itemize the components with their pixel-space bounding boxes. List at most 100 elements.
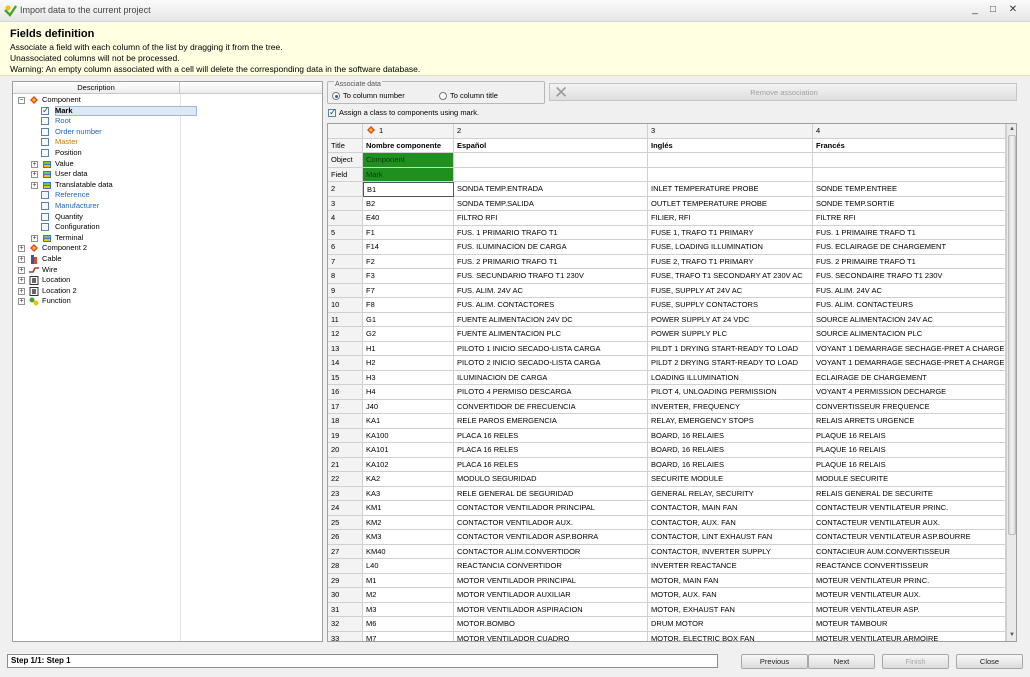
row-number[interactable]: 16 — [328, 385, 363, 400]
grid-cell[interactable]: FUS. ALIM. 24V AC — [813, 283, 1006, 298]
grid-cell[interactable]: PLAQUE 16 RELAIS — [813, 443, 1006, 458]
grid-cell[interactable]: FILIER, RFI — [648, 211, 813, 226]
grid-cell[interactable]: MOTOR VENTILADOR CUADRO — [454, 631, 648, 641]
field-cell[interactable]: Mark — [363, 167, 454, 182]
assign-class-label[interactable]: Assign a class to components using mark. — [339, 108, 479, 117]
tree-item[interactable]: Manufacturer — [13, 201, 180, 212]
collapse-icon[interactable]: − — [18, 97, 25, 104]
row-number[interactable]: 3 — [328, 196, 363, 211]
grid-cell[interactable]: G1 — [363, 312, 454, 327]
grid-cell[interactable]: KA102 — [363, 457, 454, 472]
grid-cell[interactable]: FUENTE ALIMENTACION 24V DC — [454, 312, 648, 327]
grid-cell[interactable]: RELE GENERAL DE SEGURIDAD — [454, 486, 648, 501]
grid-cell[interactable]: MOTEUR VENTILATEUR AUX. — [813, 588, 1006, 603]
row-number[interactable]: 4 — [328, 211, 363, 226]
grid-cell[interactable]: PLACA 16 RELES — [454, 457, 648, 472]
tree-item[interactable]: + User data — [13, 169, 180, 180]
row-number[interactable]: 7 — [328, 254, 363, 269]
column-number-header[interactable]: 3 — [648, 124, 813, 139]
row-number[interactable]: 18 — [328, 414, 363, 429]
tree-item[interactable]: Master — [13, 137, 180, 148]
row-number[interactable]: 12 — [328, 327, 363, 342]
description-column-header[interactable]: Description — [13, 82, 180, 94]
grid-cell[interactable]: CONTACTOR VENTILADOR AUX. — [454, 515, 648, 530]
grid-cell[interactable]: MOTOR VENTILADOR AUXILIAR — [454, 588, 648, 603]
grid-cell[interactable]: RELAY, EMERGENCY STOPS — [648, 414, 813, 429]
row-number[interactable]: 26 — [328, 530, 363, 545]
grid-cell[interactable]: ILUMINACION DE CARGA — [454, 370, 648, 385]
grid-cell[interactable]: J40 — [363, 399, 454, 414]
row-number[interactable]: 32 — [328, 617, 363, 632]
grid-cell[interactable]: INVERTER REACTANCE — [648, 559, 813, 574]
grid-cell[interactable]: SONDA TEMP.ENTRADA — [454, 182, 648, 197]
grid-cell[interactable]: KA101 — [363, 443, 454, 458]
field-checkbox[interactable] — [41, 212, 49, 221]
field-checkbox[interactable] — [41, 149, 49, 157]
grid-cell[interactable]: SECURITE MODULE — [648, 472, 813, 487]
grid-cell[interactable]: PILOTO 1 INICIO SECADO-LISTA CARGA — [454, 341, 648, 356]
scroll-down-icon[interactable]: ▼ — [1007, 630, 1017, 640]
grid-cell[interactable]: KA2 — [363, 472, 454, 487]
grid-cell[interactable]: FUS. ECLAIRAGE DE CHARGEMENT — [813, 240, 1006, 255]
expand-icon[interactable]: + — [18, 287, 25, 295]
grid-cell[interactable]: CONTACTEUR VENTILATEUR ASP.BOURRE — [813, 530, 1006, 545]
row-number[interactable]: 8 — [328, 269, 363, 284]
tree-item[interactable]: Order number — [13, 127, 180, 138]
grid-cell[interactable]: SONDE TEMP.SORTIE — [813, 196, 1006, 211]
tree-item[interactable]: + Terminal — [13, 233, 180, 244]
object-cell[interactable]: Component — [363, 153, 454, 168]
object-cell[interactable] — [454, 153, 648, 168]
tree-item[interactable]: Quantity — [13, 212, 180, 223]
grid-vertical-scrollbar[interactable]: ▲ ▼ — [1006, 124, 1016, 641]
maximize-button[interactable]: □ — [986, 3, 1000, 17]
grid-cell[interactable]: RELE PAROS EMERGENCIA — [454, 414, 648, 429]
grid-cell[interactable]: PILOT 4, UNLOADING PERMISSION — [648, 385, 813, 400]
expand-icon[interactable]: + — [31, 160, 38, 168]
row-number[interactable]: 22 — [328, 472, 363, 487]
expand-icon[interactable]: + — [18, 245, 25, 253]
grid-cell[interactable]: PILDT 2 DRYING START-READY TO LOAD — [648, 356, 813, 371]
field-checkbox[interactable] — [41, 202, 49, 210]
grid-cell[interactable]: MOTOR, EXHAUST FAN — [648, 602, 813, 617]
row-number[interactable]: 13 — [328, 341, 363, 356]
grid-cell[interactable]: KM40 — [363, 544, 454, 559]
grid-cell[interactable]: KM1 — [363, 501, 454, 516]
grid-cell[interactable]: PLACA 16 RELES — [454, 428, 648, 443]
grid-cell[interactable]: ECLAIRAGE DE CHARGEMENT — [813, 370, 1006, 385]
grid-cell[interactable]: FUSE, SUPPLY AT 24V AC — [648, 283, 813, 298]
close-window-button[interactable]: ✕ — [1006, 3, 1020, 17]
grid-cell[interactable]: M1 — [363, 573, 454, 588]
grid-cell[interactable]: POWER SUPPLY AT 24 VDC — [648, 312, 813, 327]
grid-cell[interactable]: F2 — [363, 254, 454, 269]
grid-cell[interactable]: FUSE, SUPPLY CONTACTORS — [648, 298, 813, 313]
grid-cell[interactable]: FILTRE RFI — [813, 211, 1006, 226]
grid-cell[interactable]: KA100 — [363, 428, 454, 443]
grid-cell[interactable]: SONDE TEMP.ENTREE — [813, 182, 1006, 197]
grid-cell[interactable]: INVERTER, FREQUENCY — [648, 399, 813, 414]
grid-cell[interactable]: L40 — [363, 559, 454, 574]
tree-item[interactable]: + Location 2 — [13, 286, 180, 297]
row-number[interactable]: 6 — [328, 240, 363, 255]
field-cell[interactable] — [648, 167, 813, 182]
grid-cell[interactable]: POWER SUPPLY PLC — [648, 327, 813, 342]
to-column-number-radio[interactable] — [332, 92, 340, 100]
column-number-header[interactable]: 4 — [813, 124, 1006, 139]
grid-cell[interactable]: MOTEUR VENTILATEUR ASP. — [813, 602, 1006, 617]
grid-cell[interactable]: SOURCE ALIMENTACION 24V AC — [813, 312, 1006, 327]
row-number[interactable]: 10 — [328, 298, 363, 313]
grid-cell[interactable]: FUS. ALIM. CONTACTORES — [454, 298, 648, 313]
grid-cell[interactable]: CONTACTEUR VENTILATEUR PRINC. — [813, 501, 1006, 516]
grid-cell[interactable]: FUS. 1 PRIMAIRE TRAFO T1 — [813, 225, 1006, 240]
row-header[interactable]: Object — [328, 153, 363, 168]
grid-cell[interactable]: FUSE 2, TRAFO T1 PRIMARY — [648, 254, 813, 269]
grid-cell[interactable]: CONTACTOR VENTILADOR PRINCIPAL — [454, 501, 648, 516]
scroll-up-icon[interactable]: ▲ — [1007, 124, 1017, 134]
grid-cell[interactable]: H3 — [363, 370, 454, 385]
grid-cell[interactable]: VOYANT 1 DEMARRAGE SECHAGE-PRET A CHARGE — [813, 356, 1006, 371]
grid-cell[interactable]: INLET TEMPERATURE PROBE — [648, 182, 813, 197]
grid-cell[interactable]: FUS. 1 PRIMARIO TRAFO T1 — [454, 225, 648, 240]
expand-icon[interactable]: + — [18, 266, 25, 274]
grid-cell[interactable]: M3 — [363, 602, 454, 617]
field-checkbox[interactable] — [41, 117, 49, 126]
expand-icon[interactable]: + — [18, 277, 25, 285]
